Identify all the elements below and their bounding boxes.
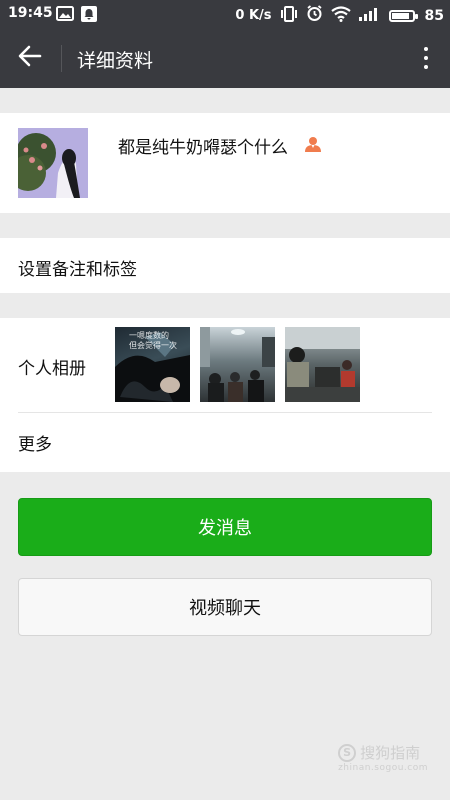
wifi-icon <box>330 5 351 26</box>
more-vertical-icon-dot <box>424 47 428 51</box>
album-photo-1: 一嗯度数的 但会觉得一次 <box>115 327 190 402</box>
sogou-logo-icon: S <box>338 743 357 762</box>
signal-icon <box>358 7 381 25</box>
status-indicators: 0 K/s 85 <box>235 5 444 26</box>
nickname: 都是纯牛奶嘚瑟个什么 <box>118 138 288 158</box>
status-time: 19:45 <box>8 5 53 21</box>
header-divider <box>61 45 62 72</box>
arrow-left-icon <box>18 45 42 71</box>
watermark-brand: 搜狗指南 <box>360 744 421 762</box>
more-vertical-icon-dot <box>424 56 428 60</box>
set-remark-and-tags-row[interactable]: 设置备注和标签 <box>0 238 450 293</box>
remark-label: 设置备注和标签 <box>18 260 137 280</box>
more-info-row[interactable]: 更多 <box>0 413 450 472</box>
status-bar: 19:45 0 K/s 85 <box>0 0 450 28</box>
notification-bell-icon <box>81 6 97 26</box>
video-chat-button[interactable]: 视频聊天 <box>18 578 432 636</box>
network-speed: 0 K/s <box>235 8 272 23</box>
more-vertical-icon-dot <box>424 65 428 69</box>
alarm-icon <box>306 5 323 26</box>
sogou-guide-watermark: S 搜狗指南 zhinan.sogou.com <box>338 742 428 773</box>
header-bar: 详细资料 <box>0 28 450 88</box>
album-photo-3 <box>285 327 360 402</box>
back-button[interactable] <box>10 42 50 74</box>
battery-icon <box>388 9 418 22</box>
send-message-button[interactable]: 发消息 <box>18 498 432 556</box>
album-photo-caption-line: 但会觉得一次 <box>129 341 177 350</box>
profile-card: 都是纯牛奶嘚瑟个什么 <box>0 113 450 213</box>
album-label: 个人相册 <box>18 359 86 379</box>
vibrate-icon <box>280 5 298 26</box>
user-icon <box>304 135 322 157</box>
album-photo-2 <box>200 327 275 402</box>
page-title: 详细资料 <box>77 50 154 72</box>
profile-details-group: 个人相册 一嗯度数的 但会觉得一次 更多 <box>0 318 450 472</box>
album-photo-caption-line: 一嗯度数的 <box>129 331 169 340</box>
more-options-button[interactable] <box>416 42 436 74</box>
personal-album-row[interactable]: 个人相册 一嗯度数的 但会觉得一次 <box>0 318 450 412</box>
battery-level: 85 <box>424 7 444 24</box>
more-label: 更多 <box>18 435 52 455</box>
image-notification-icon <box>56 6 74 25</box>
watermark-url: zhinan.sogou.com <box>338 763 428 773</box>
album-photo-caption: 一嗯度数的 但会觉得一次 <box>129 331 177 351</box>
avatar[interactable] <box>18 128 88 198</box>
